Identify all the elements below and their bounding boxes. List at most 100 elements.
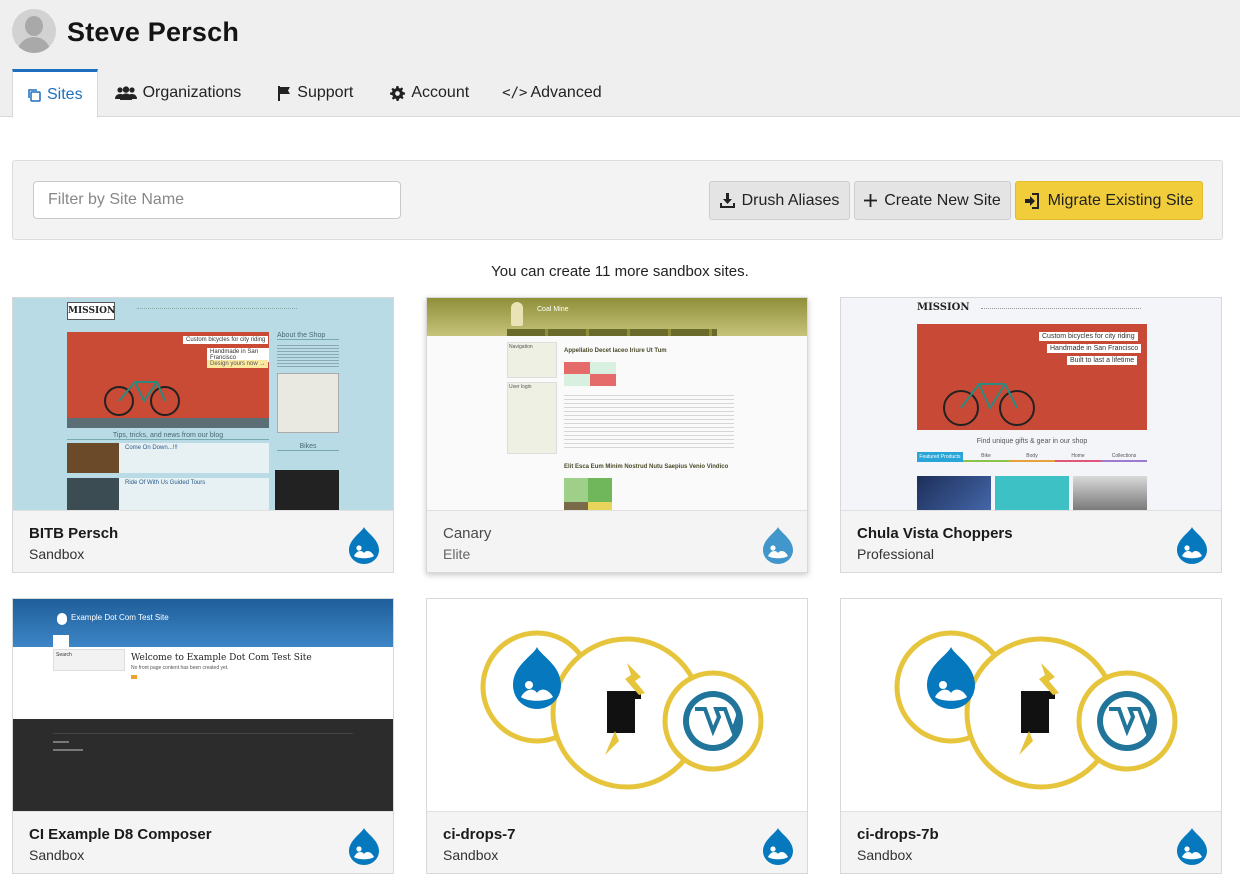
site-name[interactable]: Canary bbox=[443, 525, 491, 542]
avatar[interactable] bbox=[12, 9, 56, 53]
thumb-article-body bbox=[564, 392, 734, 448]
thumb-site-name: Coal Mine bbox=[537, 306, 569, 313]
thumb-footer bbox=[13, 719, 393, 811]
tab-organizations[interactable]: Organizations bbox=[114, 69, 242, 117]
drupal-icon bbox=[1177, 527, 1207, 564]
tab-advanced-label: Advanced bbox=[530, 84, 602, 101]
site-plan: Sandbox bbox=[443, 847, 499, 863]
thumb-search-label: Search bbox=[56, 652, 72, 658]
thumb-product-tab: Body bbox=[1009, 452, 1055, 462]
thumb-product-tab: Home bbox=[1055, 452, 1101, 462]
migrate-existing-site-button[interactable]: Migrate Existing Site bbox=[1015, 181, 1203, 220]
drupal-icon bbox=[349, 828, 379, 865]
thumb-article-title: Appellatio Decet Iaceo Iriure Ut Tum bbox=[564, 348, 667, 354]
site-filter-input[interactable] bbox=[33, 181, 401, 219]
thumb-caption: Custom bicycles for city riding bbox=[1039, 332, 1138, 341]
site-plan: Sandbox bbox=[857, 847, 913, 863]
tab-sites-label: Sites bbox=[47, 85, 83, 103]
thumb-post-title: Ride Of With Us Guided Tours bbox=[125, 480, 206, 486]
thumb-blog-post: Ride Of With Us Guided Tours bbox=[67, 478, 269, 510]
drush-aliases-label: Drush Aliases bbox=[741, 191, 840, 209]
thumb-caption: Handmade in San Francisco bbox=[1047, 344, 1142, 353]
site-name[interactable]: BITB Persch bbox=[29, 525, 118, 542]
users-icon bbox=[114, 86, 137, 100]
create-new-site-button[interactable]: Create New Site bbox=[854, 181, 1011, 220]
thumb-no-content: No front page content has been created y… bbox=[131, 665, 229, 671]
site-name[interactable]: ci-drops-7 bbox=[443, 826, 516, 843]
site-card-canary[interactable]: Coal Mine Navigation User login Appellat… bbox=[426, 297, 808, 573]
tab-organizations-label: Organizations bbox=[142, 84, 242, 101]
thumb-caption: Design yours now → bbox=[207, 360, 269, 368]
drush-aliases-button[interactable]: Drush Aliases bbox=[709, 181, 850, 220]
site-card-footer: BITB Persch Sandbox bbox=[13, 510, 393, 572]
site-card-footer: CI Example D8 Composer Sandbox bbox=[13, 811, 393, 873]
site-card-footer: ci-drops-7 Sandbox bbox=[427, 811, 807, 873]
thumb-bike-photo bbox=[275, 470, 339, 510]
site-card-ci-example-d8-composer[interactable]: Example Dot Com Test Site Search Welcome… bbox=[12, 598, 394, 874]
thumb-sidebar-text bbox=[277, 343, 339, 369]
site-thumbnail: Coal Mine Navigation User login Appellat… bbox=[427, 298, 807, 510]
thumb-product-tabs: Featured Products Bike Body Home Collect… bbox=[917, 452, 1147, 462]
thumb-login-block: User login bbox=[507, 382, 557, 454]
site-card-ci-drops-7b[interactable]: ci-drops-7b Sandbox bbox=[840, 598, 1222, 874]
thumb-site-name: Example Dot Com Test Site bbox=[71, 613, 169, 622]
site-name[interactable]: CI Example D8 Composer bbox=[29, 826, 212, 843]
site-card-ci-drops-7[interactable]: ci-drops-7 Sandbox bbox=[426, 598, 808, 874]
account-tabs: Sites Organizations Support Account </> … bbox=[12, 69, 602, 118]
thumb-caption: Built to last a lifetime bbox=[1067, 356, 1138, 365]
gear-icon bbox=[390, 85, 406, 101]
thumb-sidebar-heading: Bikes bbox=[277, 443, 339, 451]
code-icon: </> bbox=[502, 85, 528, 101]
migrate-existing-site-label: Migrate Existing Site bbox=[1047, 191, 1194, 209]
tab-sites[interactable]: Sites bbox=[12, 69, 98, 118]
thumb-caption: Custom bicycles for city riding bbox=[183, 336, 269, 344]
site-card-footer: Canary Elite bbox=[427, 510, 807, 572]
thumb-post-title: Come On Down...!!! bbox=[125, 445, 178, 451]
thumb-nav-heading: Navigation bbox=[509, 344, 533, 350]
create-new-site-label: Create New Site bbox=[884, 191, 1001, 209]
thumb-hero: Custom bicycles for city riding Handmade… bbox=[67, 332, 269, 428]
thumb-hero: Custom bicycles for city riding Handmade… bbox=[917, 324, 1147, 430]
thumb-tabs bbox=[507, 329, 717, 336]
thumb-header: Example Dot Com Test Site bbox=[13, 599, 393, 647]
site-thumbnail: MISSION Custom bicycles for city riding … bbox=[841, 298, 1221, 510]
thumb-sidebar: About the Shop Bikes bbox=[277, 332, 339, 472]
thumb-map bbox=[277, 373, 339, 433]
site-plan: Sandbox bbox=[29, 847, 85, 863]
site-plan: Sandbox bbox=[29, 546, 85, 562]
avatar-head bbox=[25, 16, 43, 36]
drupal-icon bbox=[763, 527, 793, 564]
site-thumbnail: Example Dot Com Test Site Search Welcome… bbox=[13, 599, 393, 811]
site-card-chula-vista-choppers[interactable]: MISSION Custom bicycles for city riding … bbox=[840, 297, 1222, 573]
tab-advanced[interactable]: </> Advanced bbox=[502, 69, 601, 117]
user-name: Steve Persch bbox=[67, 17, 240, 47]
site-card-bitb-persch[interactable]: MISSION Custom bicycles for city riding … bbox=[12, 297, 394, 573]
sandbox-quota-note: You can create 11 more sandbox sites. bbox=[491, 263, 749, 280]
thumb-article-title: Elit Esca Eum Minim Nostrud Nutu Saepius… bbox=[564, 464, 729, 470]
site-plan: Professional bbox=[857, 546, 935, 562]
thumb-hero-caption-bar bbox=[67, 418, 269, 428]
thumb-product-tab: Bike bbox=[963, 452, 1009, 462]
site-thumbnail bbox=[427, 599, 807, 811]
migrate-illustration bbox=[894, 630, 1178, 790]
thumb-nav-block: Navigation bbox=[507, 342, 557, 378]
thumb-nav bbox=[981, 308, 1141, 310]
thumb-search-block: Search bbox=[53, 649, 125, 671]
thumb-product-tab: Collections bbox=[1101, 452, 1147, 462]
thumb-logo: MISSION bbox=[917, 302, 970, 313]
site-card-footer: Chula Vista Choppers Professional bbox=[841, 510, 1221, 572]
copy-icon bbox=[27, 88, 41, 102]
tab-account[interactable]: Account bbox=[390, 69, 469, 117]
tab-account-label: Account bbox=[411, 84, 470, 101]
site-name[interactable]: ci-drops-7b bbox=[857, 826, 939, 843]
tab-support-label: Support bbox=[297, 84, 354, 101]
bicycle-illustration bbox=[943, 383, 1035, 426]
tab-support[interactable]: Support bbox=[278, 69, 353, 117]
drupal-icon bbox=[763, 828, 793, 865]
site-name[interactable]: Chula Vista Choppers bbox=[857, 525, 1013, 542]
migrate-icon bbox=[1024, 192, 1041, 209]
plus-icon bbox=[864, 194, 878, 207]
flag-icon bbox=[278, 85, 291, 101]
thumb-blog-post: Come On Down...!!! bbox=[67, 443, 269, 473]
avatar-body bbox=[17, 37, 51, 53]
